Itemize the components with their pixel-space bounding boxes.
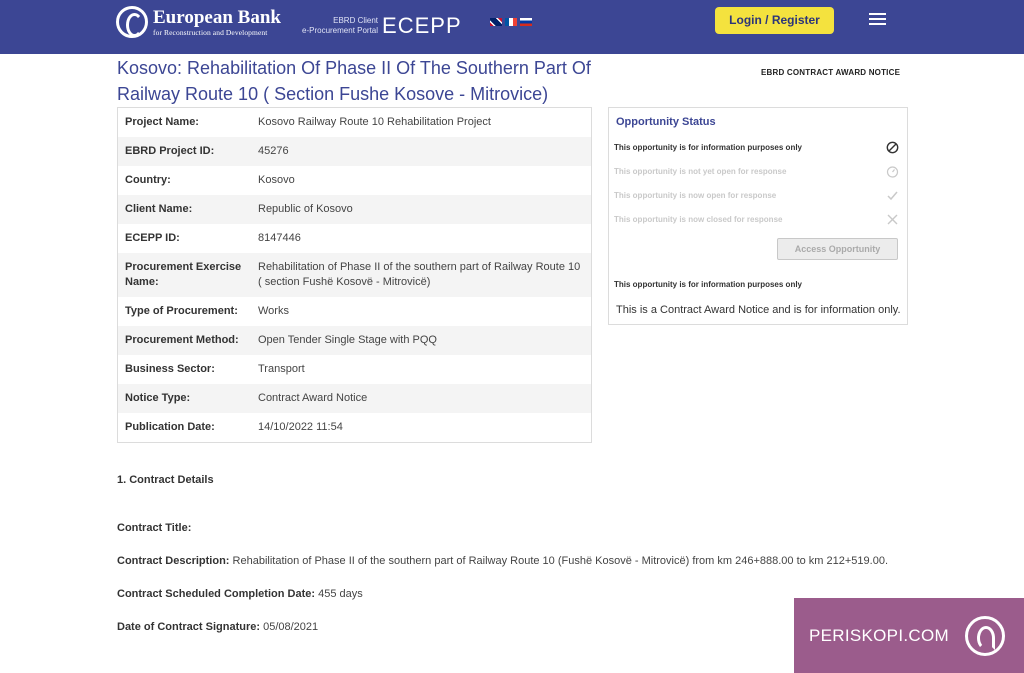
table-row: Notice Type: Contract Award Notice [118, 384, 591, 413]
row-value: Kosovo Railway Route 10 Rehabilitation P… [258, 116, 491, 128]
flag-russian-icon[interactable] [520, 18, 532, 26]
row-key: EBRD Project ID: [125, 145, 215, 157]
flag-french-icon[interactable] [505, 18, 517, 26]
hamburger-menu-icon[interactable] [869, 13, 886, 27]
row-key: Procurement Method: [125, 334, 239, 346]
row-key: Project Name: [125, 116, 199, 128]
contract-title-label: Contract Title: [117, 522, 192, 534]
notice-type-label: EBRD CONTRACT AWARD NOTICE [761, 68, 901, 77]
contract-description-row: Contract Description: Rehabilitation of … [117, 555, 888, 567]
status-label: This opportunity is not yet open for res… [614, 166, 787, 176]
row-value: 8147446 [258, 232, 301, 244]
contract-description-label: Contract Description: [117, 555, 230, 567]
contract-completion-label: Contract Scheduled Completion Date: [117, 588, 316, 600]
contract-signature-row: Date of Contract Signature: 05/08/2021 [117, 621, 318, 633]
project-info-table: Project Name: Kosovo Railway Route 10 Reh… [117, 107, 592, 443]
ebrd-logo-icon [116, 6, 148, 38]
contract-details-heading: 1. Contract Details [117, 474, 214, 486]
row-key: Country: [125, 174, 171, 186]
row-value: Open Tender Single Stage with PQQ [258, 334, 437, 346]
table-row: ECEPP ID: 8147446 [118, 224, 591, 253]
periskopi-watermark: PERISKOPI.COM [794, 598, 1024, 673]
logo-title: European Bank [153, 6, 281, 28]
ban-icon [885, 140, 899, 154]
language-selector [490, 18, 532, 26]
access-opportunity-button[interactable]: Access Opportunity [777, 238, 898, 260]
row-value: 14/10/2022 11:54 [258, 421, 343, 433]
row-value: 45276 [258, 145, 289, 157]
login-register-button[interactable]: Login / Register [715, 7, 834, 34]
table-row: Business Sector: Transport [118, 355, 591, 384]
status-item-information: This opportunity is for information purp… [614, 140, 899, 154]
ecepp-logo[interactable]: EBRD Client e-Procurement Portal ECEPP [302, 13, 462, 39]
row-key: Publication Date: [125, 421, 215, 433]
status-title: Opportunity Status [616, 116, 716, 128]
ebrd-logo[interactable]: European Bank for Reconstruction and Dev… [116, 6, 281, 38]
periskopi-logo-icon [964, 615, 1005, 656]
opportunity-status-panel: Opportunity Status This opportunity is f… [608, 107, 908, 325]
status-item-closed: This opportunity is now closed for respo… [614, 212, 899, 226]
contract-title-row: Contract Title: [117, 522, 191, 534]
check-icon [885, 188, 899, 202]
status-item-open: This opportunity is now open for respons… [614, 188, 899, 202]
table-row: Publication Date: 14/10/2022 11:54 [118, 413, 591, 442]
status-label: This opportunity is for information purp… [614, 142, 802, 152]
row-value: Works [258, 305, 289, 317]
status-summary: This opportunity is for information purp… [614, 280, 802, 289]
clock-icon [885, 164, 899, 178]
ecepp-subtitle-2: e-Procurement Portal [302, 26, 379, 35]
ecepp-subtitle-1: EBRD Client [333, 16, 379, 25]
contract-signature-value: 05/08/2021 [263, 621, 319, 633]
page-title: Kosovo: Rehabilitation Of Phase II Of Th… [117, 58, 591, 104]
status-label: This opportunity is now closed for respo… [614, 214, 783, 224]
logo-subtitle: for Reconstruction and Development [153, 27, 268, 37]
row-value: Republic of Kosovo [258, 203, 353, 215]
top-navigation-bar: European Bank for Reconstruction and Dev… [0, 0, 1024, 54]
contract-description-value: Rehabilitation of Phase II of the southe… [232, 555, 888, 567]
status-note: This is a Contract Award Notice and is f… [616, 304, 901, 316]
table-row: Procurement Method: Open Tender Single St… [118, 326, 591, 355]
table-row: Procurement Exercise Name: Rehabilitation… [118, 253, 591, 297]
status-item-not-open: This opportunity is not yet open for res… [614, 164, 899, 178]
table-row: Country: Kosovo [118, 166, 591, 195]
contract-completion-value: 455 days [318, 588, 363, 600]
contract-signature-label: Date of Contract Signature: [117, 621, 261, 633]
row-key: Type of Procurement: [125, 305, 238, 317]
row-key: Notice Type: [125, 392, 191, 404]
row-value: Rehabilitation of Phase II of the southe… [258, 261, 581, 288]
row-key: Procurement Exercise Name: [125, 261, 242, 288]
table-row: Project Name: Kosovo Railway Route 10 Reh… [118, 108, 591, 137]
contract-completion-row: Contract Scheduled Completion Date: 455 … [117, 588, 363, 600]
row-value: Contract Award Notice [258, 392, 368, 404]
close-icon [885, 212, 899, 226]
row-value: Kosovo [258, 174, 295, 186]
row-key: Business Sector: [125, 363, 215, 375]
row-value: Transport [258, 363, 305, 375]
watermark-text: PERISKOPI.COM [809, 625, 949, 645]
status-label: This opportunity is now open for respons… [614, 190, 777, 200]
table-row: EBRD Project ID: 45276 [118, 137, 591, 166]
ecepp-title: ECEPP [382, 13, 462, 38]
flag-english-icon[interactable] [490, 18, 502, 26]
row-key: ECEPP ID: [125, 232, 180, 244]
row-key: Client Name: [125, 203, 193, 215]
table-row: Type of Procurement: Works [118, 297, 591, 326]
table-row: Client Name: Republic of Kosovo [118, 195, 591, 224]
